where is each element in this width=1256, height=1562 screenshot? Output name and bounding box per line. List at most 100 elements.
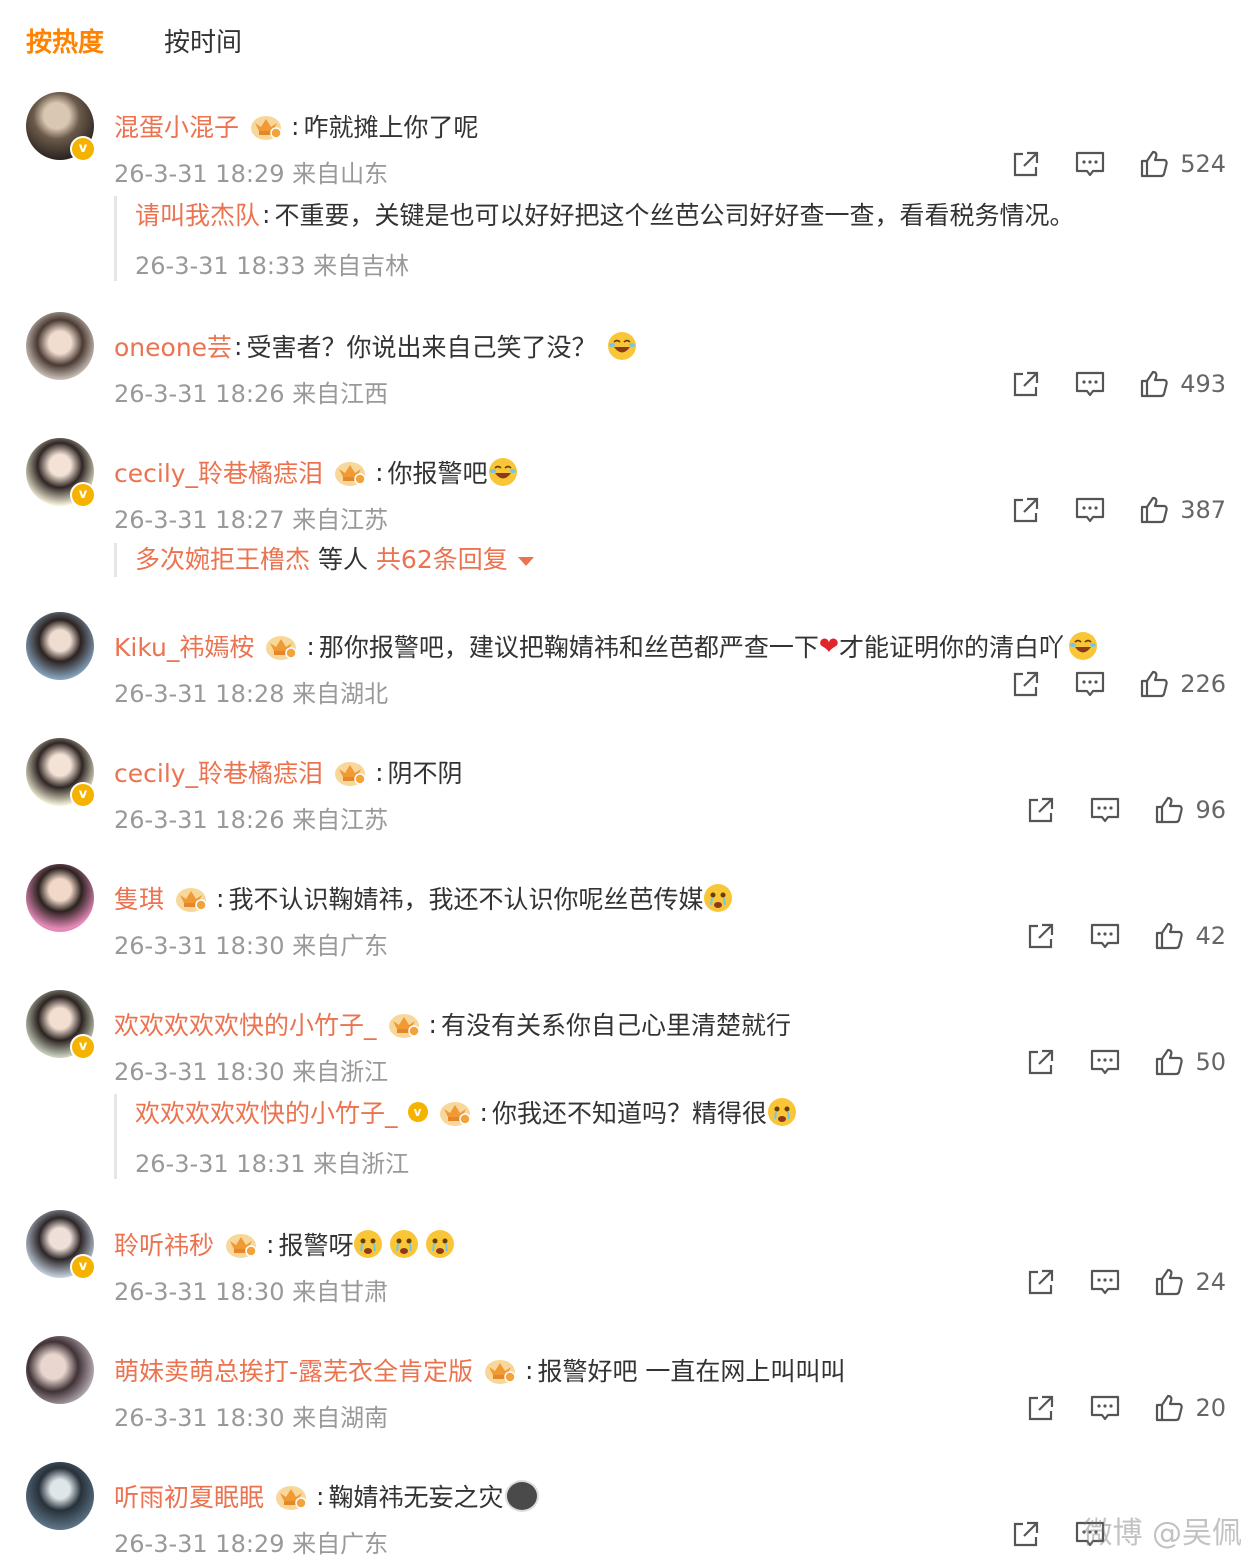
reply-text: 你我还不知道吗？精得很 bbox=[491, 1099, 767, 1128]
share-icon[interactable] bbox=[1025, 1392, 1057, 1424]
avatar[interactable] bbox=[26, 1462, 94, 1530]
comment-text: 那你报警吧，建议把鞠婧祎和丝芭都严查一下 bbox=[318, 633, 819, 662]
username[interactable]: cecily_聆巷橘痣泪 bbox=[114, 454, 323, 490]
share-icon[interactable] bbox=[1010, 1518, 1042, 1550]
comment-icon[interactable] bbox=[1074, 148, 1106, 180]
like-button[interactable]: 24 bbox=[1153, 1266, 1226, 1298]
comment-actions: 493 bbox=[978, 368, 1226, 400]
sub-reply: 请叫我杰队 : 不重要，关键是也可以好好把这个丝芭公司好好查一查，看看税务情况。… bbox=[114, 196, 1074, 281]
tab-hot[interactable]: 按热度 bbox=[26, 22, 104, 59]
like-icon bbox=[1138, 148, 1170, 180]
sad-emoji-icon bbox=[767, 1097, 797, 1127]
comment-meta: 26-3-31 18:30 来自浙江 bbox=[114, 1058, 389, 1086]
username[interactable]: oneone芸 bbox=[114, 328, 232, 364]
verified-badge-icon: v bbox=[70, 136, 96, 162]
comment-icon[interactable] bbox=[1074, 494, 1106, 526]
comment-icon[interactable] bbox=[1089, 794, 1121, 826]
like-button[interactable]: 96 bbox=[1153, 794, 1226, 826]
like-count: 226 bbox=[1180, 670, 1226, 698]
like-icon bbox=[1138, 668, 1170, 700]
username[interactable]: 欢欢欢欢欢快的小竹子_ bbox=[114, 1006, 377, 1042]
avatar[interactable]: v bbox=[26, 92, 96, 162]
more-replies-user[interactable]: 多次婉拒王橹杰 bbox=[135, 545, 310, 574]
cry-emoji-icon bbox=[353, 1229, 383, 1259]
comment-icon[interactable] bbox=[1089, 1046, 1121, 1078]
share-icon[interactable] bbox=[1010, 668, 1042, 700]
comment-meta: 26-3-31 18:28 来自湖北 bbox=[114, 680, 389, 708]
like-button[interactable]: 50 bbox=[1153, 1046, 1226, 1078]
like-icon bbox=[1138, 494, 1170, 526]
colon: : bbox=[234, 331, 243, 361]
username[interactable]: Kiku_祎嫣桉 bbox=[114, 628, 254, 664]
colon: : bbox=[262, 199, 271, 229]
cat-emoji-icon bbox=[505, 1480, 540, 1512]
sub-reply: 欢欢欢欢欢快的小竹子_ v : 你我还不知道吗？精得很 26-3-31 18:3… bbox=[114, 1094, 797, 1179]
share-icon[interactable] bbox=[1025, 1046, 1057, 1078]
reply-username[interactable]: 请叫我杰队 bbox=[135, 196, 260, 232]
avatar[interactable] bbox=[26, 1336, 94, 1404]
username[interactable]: 聆听祎秒 bbox=[114, 1226, 214, 1262]
comment-actions: 524 bbox=[978, 148, 1226, 180]
comment-icon[interactable] bbox=[1089, 1266, 1121, 1298]
verified-badge-icon: v bbox=[407, 1102, 428, 1122]
like-count: 96 bbox=[1195, 796, 1226, 824]
comment-actions: 24 bbox=[993, 1266, 1226, 1298]
laugh-emoji-icon bbox=[488, 457, 518, 487]
comment-actions: 96 bbox=[993, 794, 1226, 826]
comment-text: 受害者？你说出来自己笑了没？ bbox=[246, 333, 597, 362]
colon: : bbox=[291, 111, 300, 141]
reply-meta: 26-3-31 18:33 来自吉林 bbox=[135, 252, 410, 280]
avatar[interactable] bbox=[26, 612, 94, 680]
crown-badge-icon bbox=[174, 883, 208, 913]
username[interactable]: 混蛋小混子 bbox=[114, 108, 239, 144]
share-icon[interactable] bbox=[1025, 794, 1057, 826]
like-button[interactable]: 226 bbox=[1138, 668, 1226, 700]
share-icon[interactable] bbox=[1010, 148, 1042, 180]
like-icon bbox=[1153, 1266, 1185, 1298]
comment-icon[interactable] bbox=[1074, 368, 1106, 400]
comment-icon[interactable] bbox=[1074, 668, 1106, 700]
verified-badge-icon: v bbox=[70, 482, 96, 508]
more-replies-count[interactable]: 共62条回复 bbox=[376, 545, 508, 574]
more-replies-link[interactable]: 多次婉拒王橹杰 等人 共62条回复 bbox=[114, 543, 534, 577]
crown-badge-icon bbox=[333, 757, 367, 787]
comment-text: 你报警吧 bbox=[387, 459, 488, 488]
avatar[interactable]: v bbox=[26, 990, 96, 1060]
like-count: 20 bbox=[1195, 1394, 1226, 1422]
colon: : bbox=[266, 1229, 275, 1259]
share-icon[interactable] bbox=[1010, 368, 1042, 400]
username[interactable]: 隻琪 bbox=[114, 880, 164, 916]
avatar[interactable] bbox=[26, 312, 94, 380]
like-button[interactable]: 524 bbox=[1138, 148, 1226, 180]
username[interactable]: 萌妹卖萌总挨打-露芜衣全肯定版 bbox=[114, 1352, 473, 1388]
like-button[interactable]: 20 bbox=[1153, 1392, 1226, 1424]
comment-icon[interactable] bbox=[1089, 920, 1121, 952]
comment-icon[interactable] bbox=[1089, 1392, 1121, 1424]
like-icon bbox=[1138, 368, 1170, 400]
watermark: 微博 @吴佩 bbox=[1082, 1516, 1242, 1551]
crown-badge-icon bbox=[224, 1229, 258, 1259]
surprised-emoji-icon bbox=[703, 883, 733, 913]
chevron-down-icon[interactable] bbox=[517, 556, 534, 566]
comment-text: 咋就摊上你了呢 bbox=[303, 113, 479, 142]
like-button[interactable]: 493 bbox=[1138, 368, 1226, 400]
avatar[interactable]: v bbox=[26, 1210, 96, 1280]
avatar[interactable] bbox=[26, 864, 94, 932]
like-count: 524 bbox=[1180, 150, 1226, 178]
share-icon[interactable] bbox=[1025, 1266, 1057, 1298]
avatar[interactable]: v bbox=[26, 438, 96, 508]
like-button[interactable]: 387 bbox=[1138, 494, 1226, 526]
username[interactable]: cecily_聆巷橘痣泪 bbox=[114, 754, 323, 790]
colon: : bbox=[525, 1355, 534, 1385]
crown-badge-icon bbox=[483, 1355, 517, 1385]
like-icon bbox=[1153, 920, 1185, 952]
share-icon[interactable] bbox=[1025, 920, 1057, 952]
tab-time[interactable]: 按时间 bbox=[164, 22, 242, 59]
like-button[interactable]: 42 bbox=[1153, 920, 1226, 952]
like-icon bbox=[1153, 794, 1185, 826]
username[interactable]: 听雨初夏眠眠 bbox=[114, 1478, 264, 1514]
reply-username[interactable]: 欢欢欢欢欢快的小竹子_ bbox=[135, 1094, 398, 1130]
verified-badge-icon: v bbox=[70, 1254, 96, 1280]
avatar[interactable]: v bbox=[26, 738, 96, 808]
share-icon[interactable] bbox=[1010, 494, 1042, 526]
